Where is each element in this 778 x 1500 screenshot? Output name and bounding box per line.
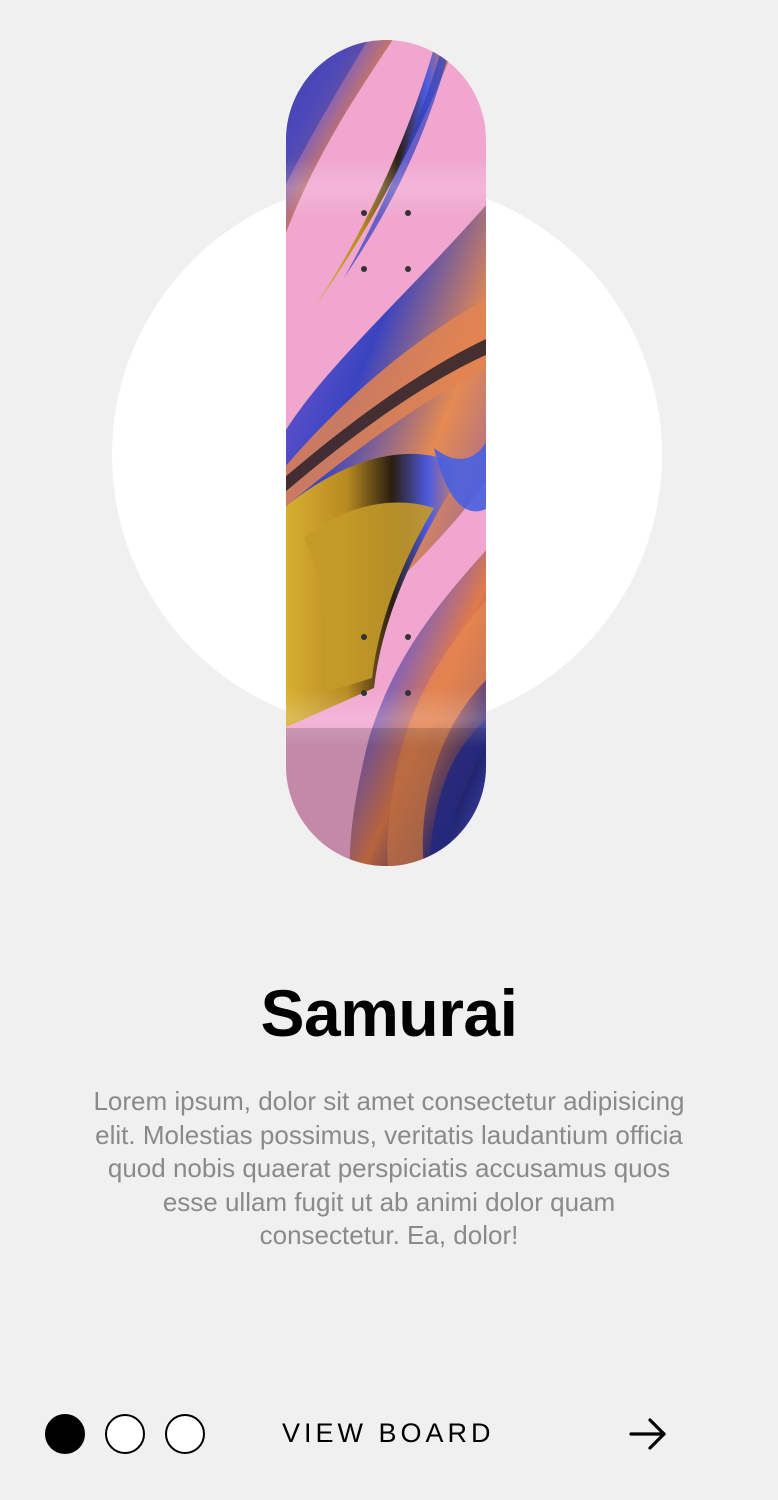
pagination-dot-1[interactable]	[45, 1414, 85, 1454]
pagination-dot-3[interactable]	[165, 1414, 205, 1454]
view-board-button[interactable]: VIEW BOARD	[282, 1418, 495, 1449]
product-title: Samurai	[260, 976, 518, 1050]
product-screen: Samurai Lorem ipsum, dolor sit amet cons…	[0, 0, 778, 1500]
arrow-right-icon[interactable]	[628, 1416, 668, 1452]
skateboard-deck-image	[284, 38, 488, 868]
footer-bar: VIEW BOARD	[0, 1408, 778, 1464]
pagination-dot-2[interactable]	[105, 1414, 145, 1454]
product-description: Lorem ipsum, dolor sit amet consectetur …	[93, 1086, 685, 1250]
